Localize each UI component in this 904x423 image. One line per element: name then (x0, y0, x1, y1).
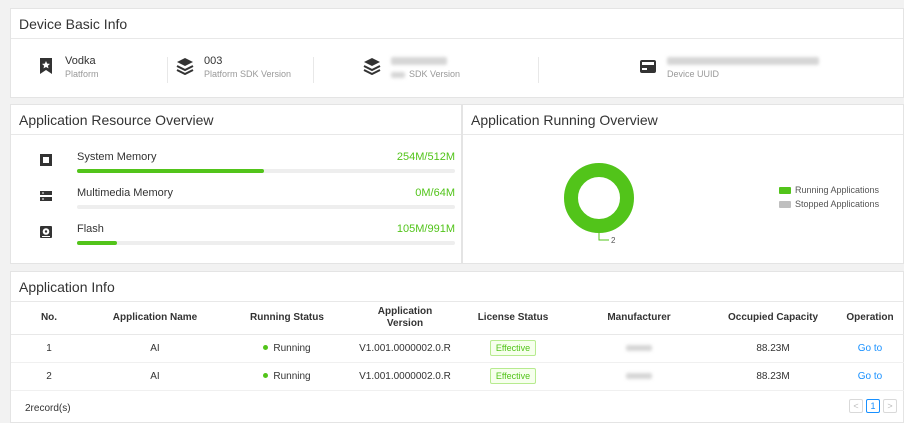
go-to-link[interactable]: Go to (858, 371, 882, 382)
cell-operation: Go to (835, 362, 904, 391)
device-uuid-label: Device UUID (667, 69, 720, 79)
divider (538, 57, 539, 83)
cell-no: 2 (11, 362, 87, 391)
flash-value: 105M/991M (396, 223, 455, 235)
cell-application-name: AI (87, 334, 223, 363)
sdk-version-info: SDK Version (363, 55, 460, 80)
legend-label-running: Running Applications (795, 185, 880, 195)
server-icon (40, 191, 52, 201)
application-info-title: Application Info (11, 272, 903, 302)
donut-callout-line (598, 233, 609, 241)
cell-running-status: Running (223, 362, 351, 391)
cell-application-name: AI (87, 362, 223, 391)
memory-chip-icon (40, 154, 52, 166)
device-basic-info-panel: Device Basic Info Vodka Platform 003 Pla… (10, 8, 904, 98)
legend-running[interactable]: Running Applications (779, 185, 879, 195)
platform-sdk-version-value: 003 (204, 55, 223, 67)
layers-icon (363, 58, 381, 75)
cell-occupied-capacity: 88.23M (711, 334, 835, 363)
cell-manufacturer-redacted (567, 362, 711, 391)
multimedia-memory-row: Multimedia Memory 0M/64M (11, 187, 463, 217)
running-overview-title: Application Running Overview (463, 105, 903, 135)
license-status-badge: Effective (489, 368, 537, 384)
column-header-operation[interactable]: Operation (835, 302, 904, 335)
flash-row: Flash 105M/991M (11, 223, 463, 253)
table-row: 1 AI Running V1.001.0000002.0.R Effectiv… (11, 334, 904, 363)
status-dot-icon (263, 345, 269, 351)
system-memory-row: System Memory 254M/512M (11, 151, 463, 181)
legend-swatch-stopped (779, 200, 791, 208)
platform-sdk-version-info: 003 Platform SDK Version (176, 55, 291, 80)
device-uuid-info: Device UUID (639, 55, 819, 80)
prev-page-button[interactable]: < (849, 399, 863, 413)
table-row: 2 AI Running V1.001.0000002.0.R Effectiv… (11, 362, 904, 391)
cell-license-status: Effective (459, 362, 567, 391)
device-uuid-value-redacted (667, 55, 819, 68)
system-memory-label: System Memory (77, 151, 157, 163)
system-memory-progress (77, 169, 455, 173)
platform-info: Vodka Platform (37, 55, 99, 80)
pagination: < 1 > (849, 399, 897, 413)
platform-value: Vodka (65, 55, 96, 67)
running-donut-segment (564, 163, 634, 233)
column-header-no[interactable]: No. (11, 302, 87, 335)
status-dot-icon (263, 373, 269, 379)
legend-stopped[interactable]: Stopped Applications (779, 199, 879, 209)
table-header-row: No. Application Name Running Status Appl… (11, 302, 904, 335)
flash-progress-fill (77, 241, 118, 245)
device-card-icon (640, 60, 656, 73)
column-header-manufacturer[interactable]: Manufacturer (567, 302, 711, 335)
cell-application-version: V1.001.0000002.0.R (351, 362, 459, 391)
go-to-link[interactable]: Go to (858, 343, 882, 354)
platform-sdk-version-label: Platform SDK Version (204, 69, 292, 79)
resource-overview-title: Application Resource Overview (11, 105, 461, 135)
system-memory-progress-fill (77, 169, 265, 173)
application-info-panel: Application Info No. Application Name Ru… (10, 271, 904, 423)
multimedia-memory-label: Multimedia Memory (77, 187, 173, 199)
sdk-version-label: SDK Version (391, 68, 460, 80)
cell-license-status: Effective (459, 334, 567, 363)
running-donut-chart: 2 (564, 163, 634, 245)
device-basic-info-title: Device Basic Info (11, 9, 903, 39)
cell-manufacturer-redacted (567, 334, 711, 363)
layers-icon (176, 58, 194, 75)
cell-no: 1 (11, 334, 87, 363)
license-status-badge: Effective (489, 340, 537, 356)
flash-label: Flash (77, 223, 104, 235)
column-header-occupied-capacity[interactable]: Occupied Capacity (711, 302, 835, 335)
page-1-button[interactable]: 1 (866, 399, 880, 413)
record-count: 2record(s) (25, 403, 71, 414)
column-header-application-name[interactable]: Application Name (87, 302, 223, 335)
application-table: No. Application Name Running Status Appl… (11, 302, 904, 391)
next-page-button[interactable]: > (883, 399, 897, 413)
column-header-running-status[interactable]: Running Status (223, 302, 351, 335)
divider (313, 57, 314, 83)
resource-overview-panel: Application Resource Overview System Mem… (10, 104, 462, 264)
cell-occupied-capacity: 88.23M (711, 362, 835, 391)
cell-operation: Go to (835, 334, 904, 363)
multimedia-memory-value: 0M/64M (415, 187, 455, 199)
sdk-version-value-redacted (391, 55, 460, 68)
donut-callout-label: 2 (611, 236, 616, 245)
column-header-license-status[interactable]: License Status (459, 302, 567, 335)
divider (167, 57, 168, 83)
running-overview-panel: Application Running Overview 2 Running A… (462, 104, 904, 264)
flash-progress (77, 241, 455, 245)
multimedia-memory-progress (77, 205, 455, 209)
legend-label-stopped: Stopped Applications (795, 199, 880, 209)
cell-running-status: Running (223, 334, 351, 363)
bookmark-star-icon (40, 58, 52, 74)
column-header-application-version[interactable]: Application Version (351, 302, 459, 335)
cell-application-version: V1.001.0000002.0.R (351, 334, 459, 363)
disk-icon (40, 226, 52, 238)
platform-label: Platform (65, 69, 99, 79)
system-memory-value: 254M/512M (396, 151, 455, 163)
legend-swatch-running (779, 186, 791, 194)
